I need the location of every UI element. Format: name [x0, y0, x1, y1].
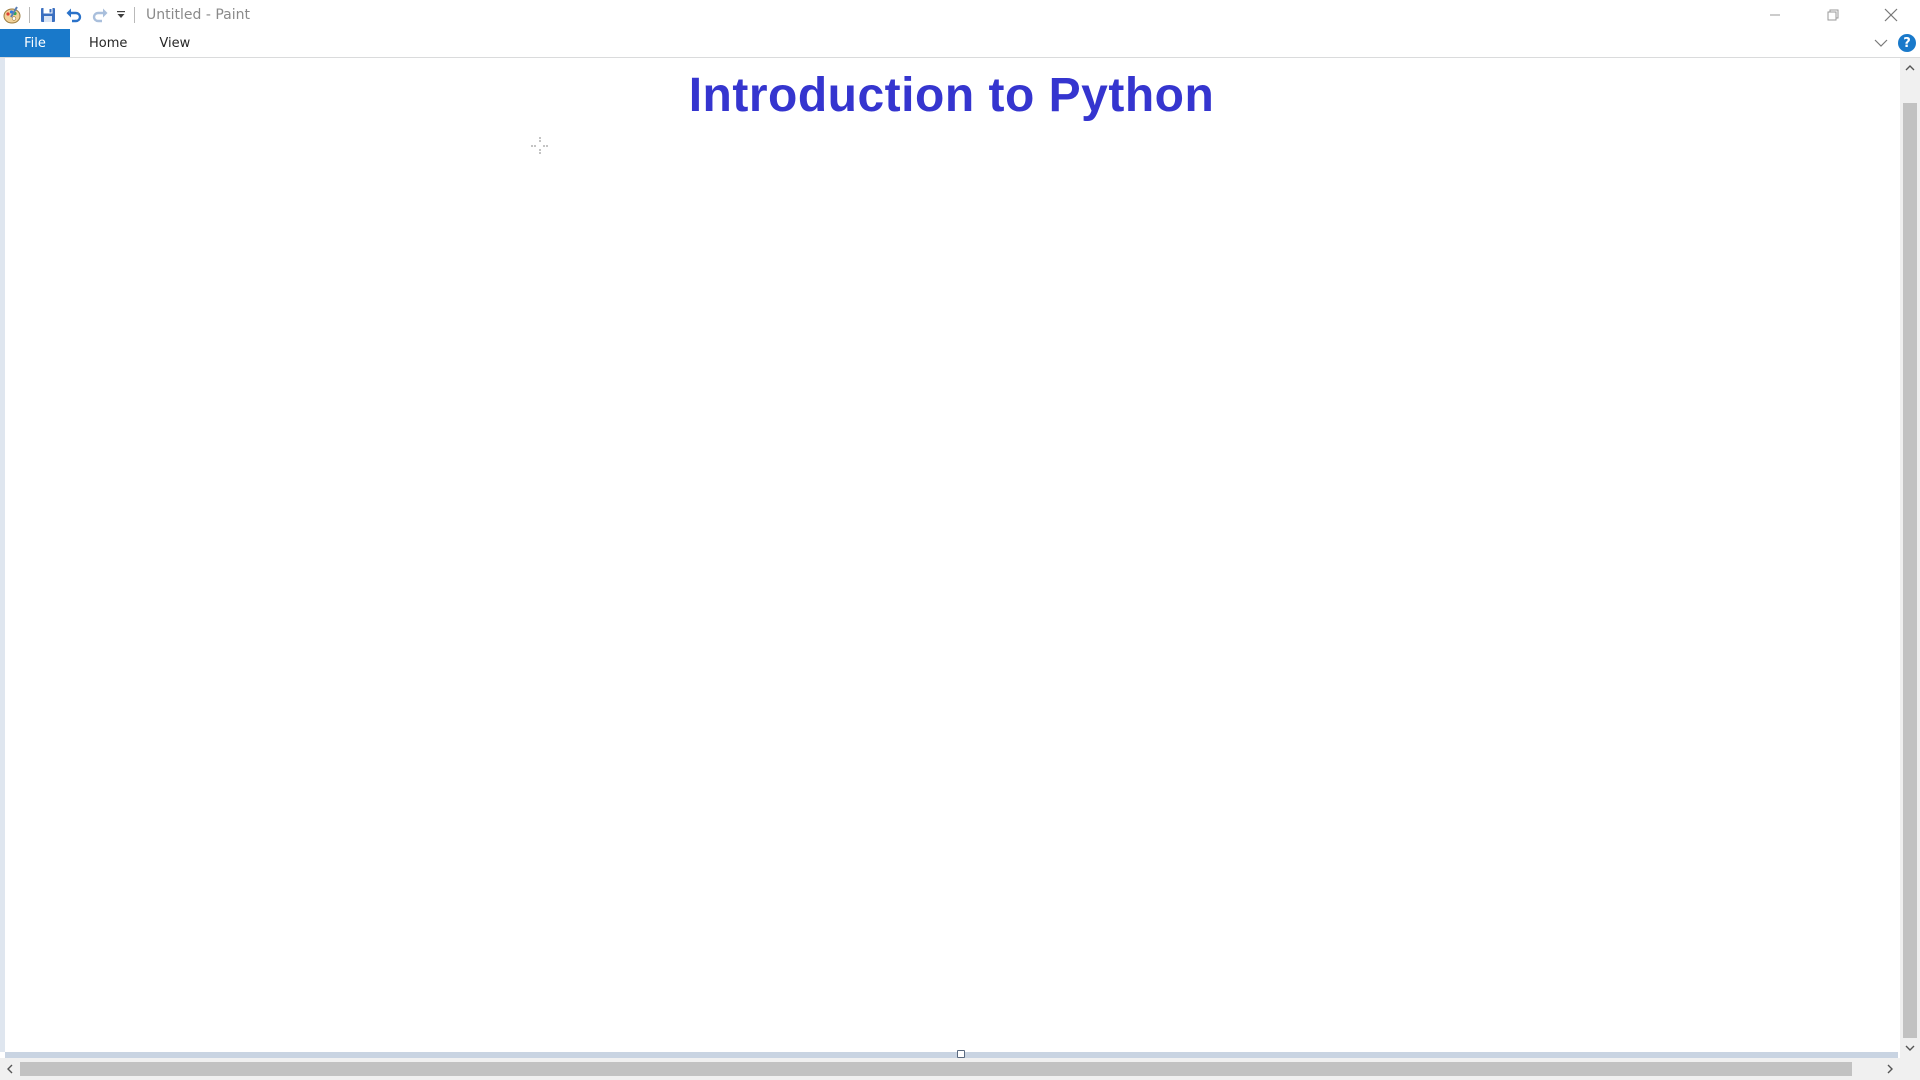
window-title: Untitled - Paint — [146, 6, 250, 23]
quick-access-toolbar: Untitled - Paint — [0, 0, 250, 29]
paint-palette-icon[interactable] — [2, 5, 22, 25]
scroll-right-icon[interactable] — [1880, 1058, 1900, 1080]
restore-icon — [1827, 9, 1839, 20]
vertical-scrollbar[interactable] — [1900, 58, 1920, 1058]
tab-view[interactable]: View — [143, 29, 206, 57]
horizontal-scroll-thumb[interactable] — [20, 1062, 1852, 1076]
restore-button[interactable] — [1804, 0, 1862, 29]
tab-file[interactable]: File — [0, 29, 70, 57]
window-controls — [1746, 0, 1920, 29]
drawing-canvas[interactable]: Introduction to Python — [5, 58, 1898, 1052]
title-bar: Untitled - Paint — [0, 0, 1920, 29]
close-icon — [1884, 8, 1898, 21]
scroll-up-icon[interactable] — [1900, 58, 1920, 78]
close-button[interactable] — [1862, 0, 1920, 29]
chevron-down-icon — [1874, 39, 1888, 47]
minimize-button[interactable] — [1746, 0, 1804, 29]
collapse-ribbon-button[interactable] — [1870, 32, 1892, 54]
scroll-down-icon[interactable] — [1900, 1038, 1920, 1058]
vertical-scroll-thumb[interactable] — [1903, 103, 1917, 1038]
paint-window: Untitled - Paint File Home View ? Introd… — [0, 0, 1920, 1080]
crosshair-cursor-icon — [529, 135, 551, 157]
canvas-heading-text: Introduction to Python — [688, 69, 1215, 122]
ribbon-right-controls: ? — [1870, 29, 1920, 57]
canvas-resize-handle[interactable] — [957, 1050, 965, 1058]
qat-separator — [29, 6, 30, 23]
save-icon[interactable] — [37, 4, 59, 26]
scrollbar-corner — [1900, 1058, 1920, 1080]
minimize-icon — [1770, 14, 1780, 15]
undo-icon[interactable] — [63, 4, 85, 26]
canvas-workspace: Introduction to Python — [0, 58, 1900, 1058]
redo-icon[interactable] — [89, 4, 111, 26]
help-icon[interactable]: ? — [1898, 34, 1916, 52]
horizontal-scrollbar[interactable] — [0, 1058, 1900, 1080]
scroll-left-icon[interactable] — [0, 1058, 20, 1080]
qat-separator — [134, 6, 135, 23]
ribbon-tab-bar: File Home View ? — [0, 29, 1920, 58]
tab-home[interactable]: Home — [73, 29, 143, 57]
customize-qat-dropdown-icon[interactable] — [115, 4, 127, 26]
